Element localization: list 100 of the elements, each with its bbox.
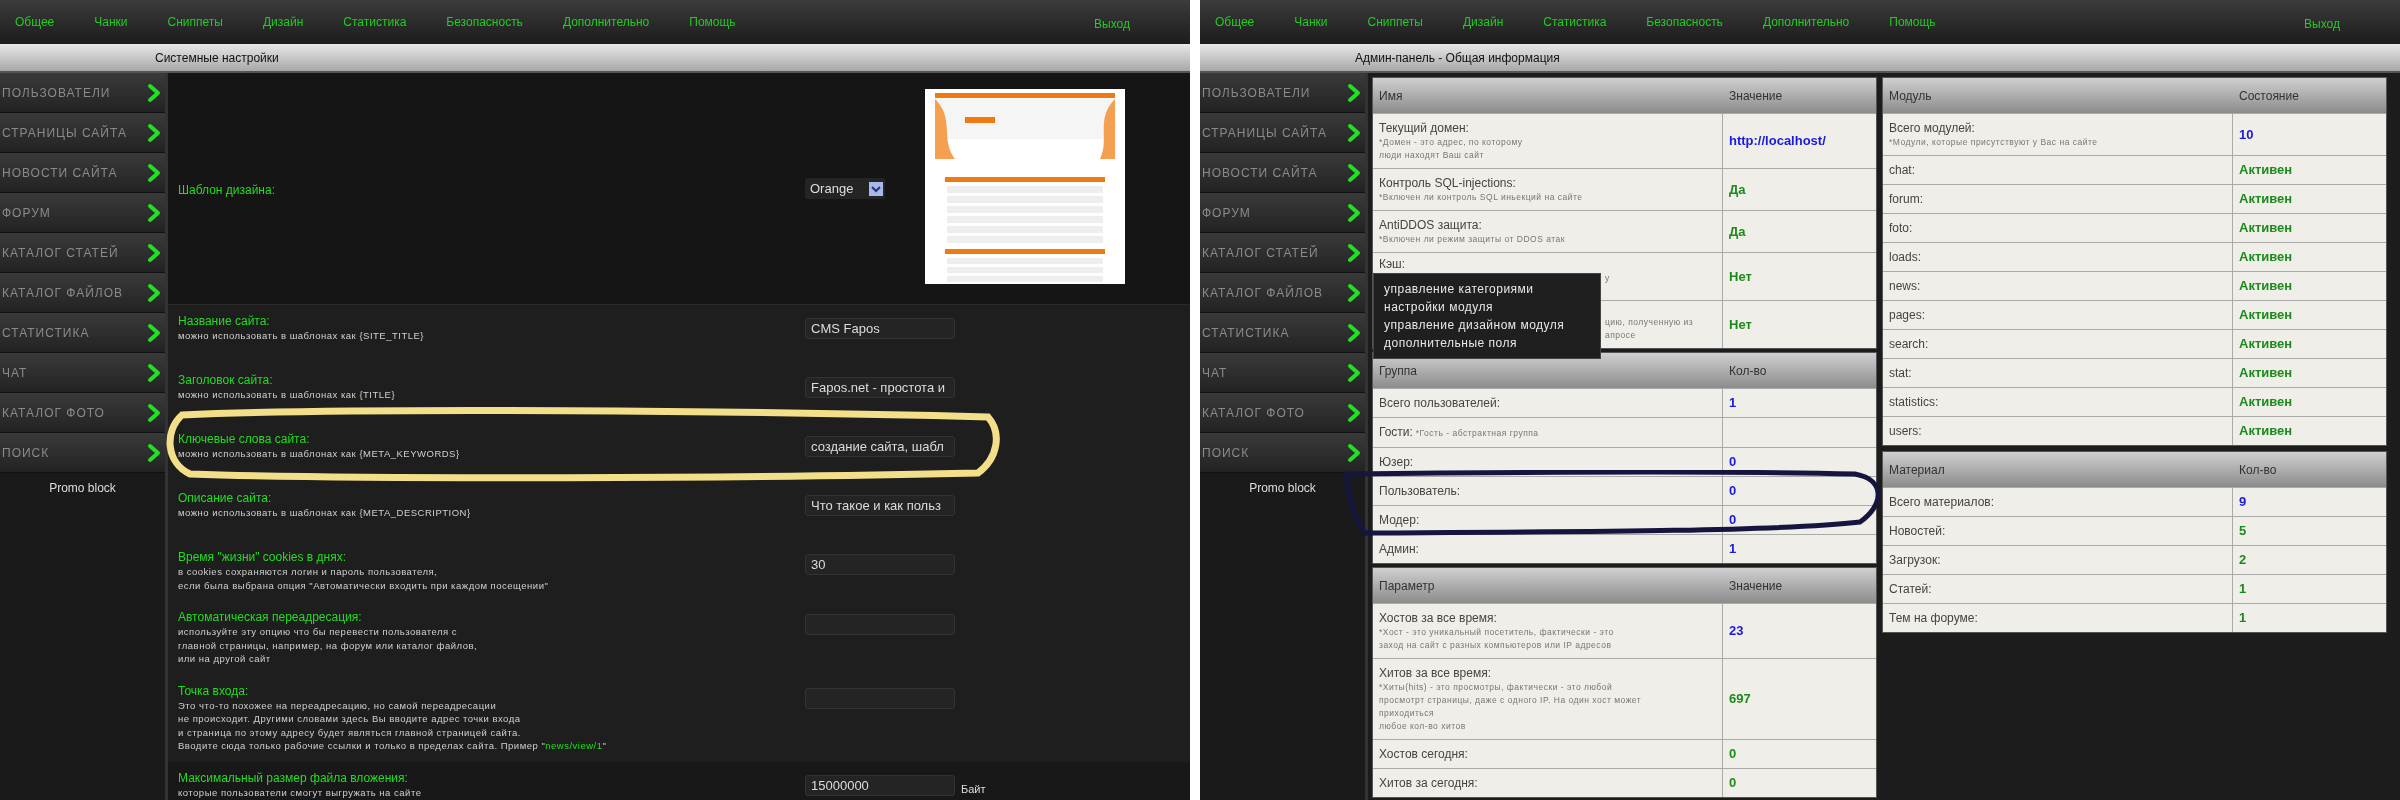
chevron-icon xyxy=(147,82,161,103)
row-note: *Включен ли контроль SQL иньекций на сайте xyxy=(1379,191,1583,204)
logout-link[interactable]: Выход xyxy=(1094,15,1130,33)
row-note: *Домен - это адрес, по которому xyxy=(1379,136,1523,149)
row-value: Активен xyxy=(2239,422,2293,441)
nav-link[interactable]: Чанки xyxy=(94,13,128,31)
chevron-icon xyxy=(147,322,161,343)
row-value: 1 xyxy=(1729,540,1737,559)
sidebar-item[interactable]: ЧАТ xyxy=(1200,353,1365,393)
row-value: Активен xyxy=(2239,364,2293,383)
chevron-icon xyxy=(1347,162,1361,183)
sidebar-item[interactable]: СТРАНИЦЫ САЙТА xyxy=(0,113,165,153)
sidebar-item[interactable]: ФОРУМ xyxy=(0,193,165,233)
row-value: 1 xyxy=(1729,394,1737,413)
popup-menu-item[interactable]: настройки модуля xyxy=(1384,298,1590,316)
row-label: Всего материалов: xyxy=(1889,494,1996,510)
row-label: Всего пользователей: xyxy=(1379,395,1501,411)
popup-menu-item[interactable]: управление категориями xyxy=(1384,280,1590,298)
column-header: Параметр xyxy=(1378,577,1436,595)
logout-link[interactable]: Выход xyxy=(2304,15,2340,33)
setting-description: Вводите сюда только рабочие ссылки и только в пределах сайта. Пример "news/view/1" xyxy=(178,739,607,753)
chevron-icon xyxy=(147,282,161,303)
sidebar-item[interactable]: ЧАТ xyxy=(0,353,165,393)
row-note: заход на сайт с разных компьютеров или IP адресов xyxy=(1379,639,1612,652)
row-value: 0 xyxy=(1729,774,1737,793)
nav-link[interactable]: Дополнительно xyxy=(562,13,650,31)
sidebar-item[interactable]: КАТАЛОГ ФАЙЛОВ xyxy=(0,273,165,313)
nav-link[interactable]: Сниппеты xyxy=(167,13,223,31)
row-value: 10 xyxy=(2239,125,2254,144)
row-label: Гости: *Гость - абстрактная группа xyxy=(1379,424,1540,441)
row-note: апросе xyxy=(1605,329,1636,342)
page-title: Админ-панель - Общая информация xyxy=(1355,49,1560,67)
column-header: Материал xyxy=(1888,461,1946,479)
setting-description: можно использовать в шаблонах как {META_DESCRIPTION} xyxy=(178,506,471,520)
row-label: Контроль SQL-injections: xyxy=(1379,175,1517,191)
template-select[interactable]: Orange xyxy=(805,178,885,199)
text-input[interactable]: Что такое и как польз xyxy=(805,495,955,516)
nav-link[interactable]: Чанки xyxy=(1294,13,1328,31)
setting-description: можно использовать в шаблонах как {SITE_TITLE} xyxy=(178,329,424,343)
sidebar-item[interactable]: КАТАЛОГ СТАТЕЙ xyxy=(0,233,165,273)
text-input[interactable]: Fapos.net - простота и xyxy=(805,377,955,398)
row-label: users: xyxy=(1889,423,1923,439)
nav-link[interactable]: Помощь xyxy=(1889,13,1936,31)
row-label: Кэш: xyxy=(1379,256,1407,272)
nav-link[interactable]: Общее xyxy=(1215,13,1255,31)
sidebar-item[interactable]: КАТАЛОГ ФОТО xyxy=(0,393,165,433)
row-value: Активен xyxy=(2239,393,2293,412)
row-label: Модер: xyxy=(1379,512,1421,528)
sidebar-item[interactable]: СТАТИСТИКА xyxy=(1200,313,1365,353)
row-note: любое кол-во хитов xyxy=(1379,720,1466,733)
sidebar-item[interactable]: СТРАНИЦЫ САЙТА xyxy=(1200,113,1365,153)
row-label: search: xyxy=(1889,336,1930,352)
row-label: pages: xyxy=(1889,307,1927,323)
row-label: Хитов за все время: xyxy=(1379,665,1492,681)
row-note: цию, полученную из xyxy=(1605,316,1694,329)
sidebar-item[interactable]: ПОЛЬЗОВАТЕЛИ xyxy=(1200,73,1365,113)
sidebar-item[interactable]: ПОИСК xyxy=(0,433,165,473)
text-input[interactable]: 15000000 xyxy=(805,775,955,797)
sidebar-item[interactable]: КАТАЛОГ ФАЙЛОВ xyxy=(1200,273,1365,313)
nav-link[interactable]: Статистика xyxy=(343,13,407,31)
nav-link[interactable]: Дополнительно xyxy=(1762,13,1850,31)
row-label: Хостов за все время: xyxy=(1379,610,1498,626)
chevron-icon xyxy=(147,442,161,463)
row-note: просмотрт страницы, даже с одного IP. На один хост может xyxy=(1379,694,1642,707)
sidebar-item[interactable]: ФОРУМ xyxy=(1200,193,1365,233)
row-label: stat: xyxy=(1889,365,1913,381)
nav-link[interactable]: Безопасность xyxy=(446,13,523,31)
sidebar-item[interactable]: ПОИСК xyxy=(1200,433,1365,473)
row-value: 23 xyxy=(1729,622,1744,641)
row-label: Админ: xyxy=(1379,541,1420,557)
chevron-icon xyxy=(1347,242,1361,263)
row-value: Нет xyxy=(1729,267,1752,286)
nav-link[interactable]: Помощь xyxy=(689,13,736,31)
row-value: Да xyxy=(1729,180,1746,199)
setting-label: Шаблон дизайна: xyxy=(178,182,275,197)
sidebar-item[interactable]: КАТАЛОГ СТАТЕЙ xyxy=(1200,233,1365,273)
nav-link[interactable]: Дизайн xyxy=(1462,13,1504,31)
popup-menu-item[interactable]: дополнительные поля xyxy=(1384,334,1590,352)
sidebar-item[interactable]: КАТАЛОГ ФОТО xyxy=(1200,393,1365,433)
text-input[interactable]: 30 xyxy=(805,554,955,575)
nav-link[interactable]: Безопасность xyxy=(1646,13,1723,31)
nav-link[interactable]: Статистика xyxy=(1543,13,1607,31)
row-value: Да xyxy=(1729,222,1746,241)
chevron-icon xyxy=(147,242,161,263)
text-input[interactable]: CMS Fapos xyxy=(805,318,955,339)
sidebar-item[interactable]: СТАТИСТИКА xyxy=(0,313,165,353)
row-value: Активен xyxy=(2239,306,2293,325)
column-header: Группа xyxy=(1378,362,1419,380)
text-input[interactable]: создание сайта, шабл xyxy=(805,436,955,457)
sidebar-item[interactable]: НОВОСТИ САЙТА xyxy=(1200,153,1365,193)
nav-link[interactable]: Сниппеты xyxy=(1367,13,1423,31)
row-label: Пользователь: xyxy=(1379,483,1462,499)
popup-menu-item[interactable]: управление дизайном модуля xyxy=(1384,316,1590,334)
sidebar-item[interactable]: НОВОСТИ САЙТА xyxy=(0,153,165,193)
nav-link[interactable]: Дизайн xyxy=(262,13,304,31)
row-note: приходиться xyxy=(1379,707,1435,720)
row-note: люди находят Ваш сайт xyxy=(1379,149,1484,162)
row-value: 2 xyxy=(2239,551,2247,570)
nav-link[interactable]: Общее xyxy=(15,13,55,31)
sidebar-item[interactable]: ПОЛЬЗОВАТЕЛИ xyxy=(0,73,165,113)
